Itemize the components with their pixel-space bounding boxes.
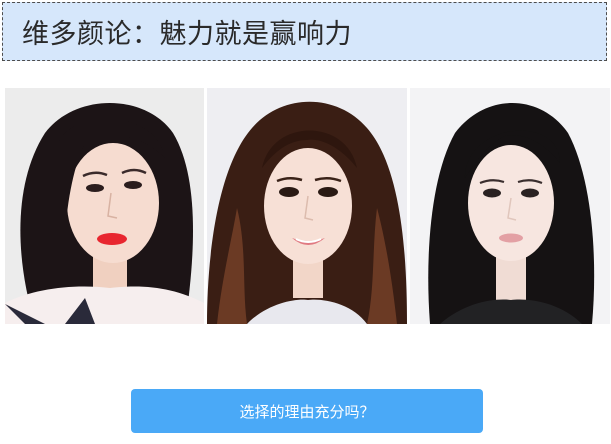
reason-question-button[interactable]: 选择的理由充分吗？ (131, 389, 483, 433)
portrait-photo-2 (207, 88, 407, 324)
page-title: 维多颜论：魅力就是赢响力 (22, 19, 352, 50)
portrait-image-2 (207, 88, 407, 324)
portrait-image-3 (410, 88, 610, 324)
portrait-photo-3 (410, 88, 610, 324)
title-banner: 维多颜论：魅力就是赢响力 (2, 2, 607, 61)
portrait-image-1 (5, 88, 204, 324)
portrait-photo-1 (5, 88, 204, 324)
